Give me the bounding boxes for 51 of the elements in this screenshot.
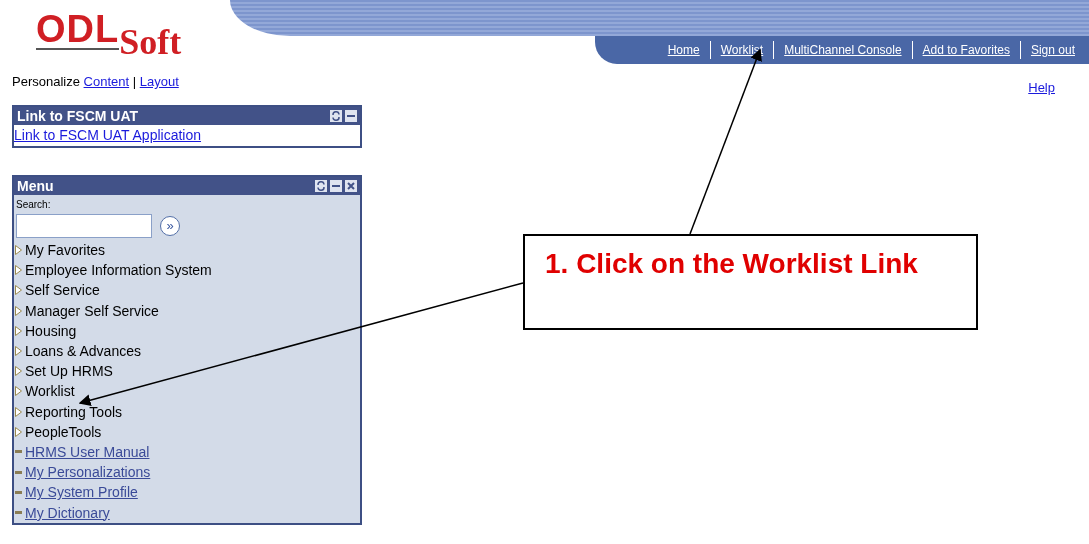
dash-icon bbox=[15, 470, 22, 474]
callout-box: 1. Click on the Worklist Link bbox=[523, 234, 978, 330]
nav-link[interactable]: Home bbox=[657, 41, 710, 59]
nav-link[interactable]: Sign out bbox=[1019, 41, 1085, 59]
separator: | bbox=[131, 74, 138, 89]
personalize-link[interactable]: Content bbox=[83, 74, 130, 89]
menu-folder[interactable]: PeopleTools bbox=[14, 421, 360, 442]
dash-icon bbox=[15, 490, 22, 494]
pagelet-title: Link to FSCM UAT bbox=[17, 108, 139, 124]
menu-folder[interactable]: Manager Self Service bbox=[14, 300, 360, 321]
minimize-icon[interactable] bbox=[330, 180, 342, 192]
triangle-icon bbox=[15, 305, 22, 316]
triangle-icon bbox=[15, 406, 22, 417]
personalize-link[interactable]: Layout bbox=[139, 74, 179, 89]
menu-folder[interactable]: Set Up HRMS bbox=[14, 361, 360, 382]
company-logo: ODLSoft bbox=[35, 7, 183, 64]
pagelet-title: Menu bbox=[17, 178, 54, 194]
refresh-icon[interactable] bbox=[330, 110, 342, 122]
menu-link[interactable]: HRMS User Manual bbox=[14, 441, 360, 463]
search-go-button[interactable]: » bbox=[160, 216, 180, 236]
menu-folder[interactable]: Employee Information System bbox=[14, 260, 360, 281]
dash-icon bbox=[15, 511, 22, 515]
search-label: Search: bbox=[15, 198, 52, 212]
menu-folder[interactable]: Housing bbox=[14, 320, 360, 341]
dash-icon bbox=[15, 450, 22, 454]
application-link[interactable]: Link to FSCM UAT Application bbox=[14, 127, 201, 143]
menu-folder[interactable]: Reporting Tools bbox=[14, 401, 360, 422]
menu-link[interactable]: My Personalizations bbox=[14, 462, 360, 483]
nav-link[interactable]: MultiChannel Console bbox=[773, 41, 912, 59]
triangle-icon bbox=[15, 285, 22, 296]
menu-link[interactable]: My System Profile bbox=[14, 482, 360, 503]
triangle-icon bbox=[15, 346, 22, 357]
menu-folder[interactable]: Self Service bbox=[14, 280, 360, 301]
help-link[interactable]: Help bbox=[1028, 80, 1055, 95]
menu-folder[interactable]: My Favorites bbox=[14, 240, 360, 261]
search-field[interactable] bbox=[16, 214, 152, 238]
personalize-label: Personalize bbox=[12, 74, 80, 89]
menu-folder[interactable]: Loans & Advances bbox=[14, 340, 360, 362]
triangle-icon bbox=[15, 426, 22, 437]
refresh-icon[interactable] bbox=[315, 180, 327, 192]
triangle-icon bbox=[15, 265, 22, 276]
nav-link[interactable]: Add to Favorites bbox=[911, 41, 1020, 59]
triangle-icon bbox=[15, 366, 22, 377]
menu-folder[interactable]: Worklist bbox=[14, 381, 360, 402]
nav-link[interactable]: Worklist bbox=[709, 41, 774, 59]
minimize-icon[interactable] bbox=[345, 110, 357, 122]
triangle-icon bbox=[15, 386, 22, 397]
triangle-icon bbox=[15, 245, 22, 256]
menu-link[interactable]: My Dictionary bbox=[14, 502, 360, 523]
close-icon[interactable] bbox=[345, 180, 357, 192]
triangle-icon bbox=[15, 325, 22, 336]
